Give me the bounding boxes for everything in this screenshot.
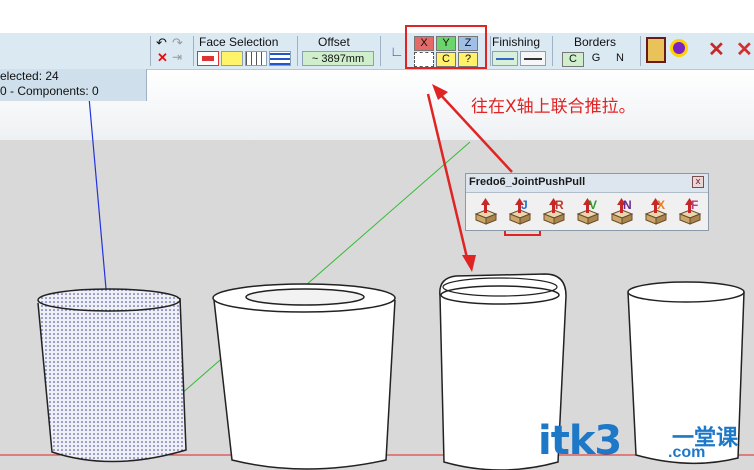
separator: [297, 36, 298, 66]
pushpull-tool-x[interactable]: X: [642, 196, 670, 226]
finishing-join-button[interactable]: [520, 51, 546, 66]
finishing-flat-button[interactable]: [492, 51, 518, 66]
border-n-toggle[interactable]: N: [610, 52, 630, 65]
exit-cross-icon[interactable]: ✕: [736, 37, 753, 62]
pushpull-tool-r[interactable]: R: [540, 196, 568, 226]
face-select-grid-button[interactable]: [245, 51, 267, 66]
pushpull-tool-f[interactable]: F: [676, 196, 704, 226]
pushpull-arrow-icon: [678, 198, 702, 225]
axis-c-toggle[interactable]: C: [436, 52, 456, 67]
pushpull-arrow-icon: [576, 198, 600, 225]
face-select-surface-button[interactable]: [221, 51, 243, 66]
offset-label: Offset: [318, 35, 350, 49]
green-red-cross-icon[interactable]: ✕: [708, 37, 725, 62]
finishing-group: Finishing: [492, 33, 548, 69]
pushpull-tool-main[interactable]: [472, 196, 500, 226]
border-c-toggle[interactable]: C: [562, 52, 584, 67]
offset-group: Offset ~ 3897mm: [300, 33, 376, 69]
palette-title: Fredo6_JointPushPull: [469, 176, 586, 188]
palette-titlebar[interactable]: Fredo6_JointPushPull x: [466, 174, 708, 193]
separator: [490, 36, 491, 66]
axis-question-toggle[interactable]: ?: [458, 52, 478, 67]
redo-icon[interactable]: ↷: [172, 35, 183, 51]
palette-close-button[interactable]: x: [692, 176, 704, 188]
jointpushpull-palette: Fredo6_JointPushPull x J R V N X F: [465, 173, 709, 231]
face-selection-group: Face Selection: [197, 33, 293, 69]
pushpull-tool-v[interactable]: V: [574, 196, 602, 226]
undo-redo-group: ↶ ↷ ✕ ⇥: [156, 33, 190, 69]
watermark-com: .com: [668, 444, 706, 461]
selection-status: elected: 24 0 - Components: 0: [0, 69, 147, 101]
pushpull-tool-n[interactable]: N: [608, 196, 636, 226]
axis-custom-toggle[interactable]: [414, 52, 434, 67]
borders-label: Borders: [574, 35, 617, 49]
separator: [150, 36, 151, 66]
cylinder-hollow-top[interactable]: [212, 283, 396, 470]
plugin-toolbar: elected: 24 0 - Components: 0 ↶ ↷ ✕ ⇥ Fa…: [0, 25, 754, 101]
undo-icon[interactable]: ↶: [156, 35, 167, 51]
arrowhead-down: [462, 255, 476, 272]
separator: [640, 36, 641, 66]
blue-axis: [87, 85, 108, 301]
face-select-lines-button[interactable]: [269, 51, 291, 66]
annotation-text: 往在X轴上联合推拉。: [471, 97, 636, 117]
skip-icon[interactable]: ⇥: [172, 50, 182, 64]
display-options-group: [644, 33, 694, 69]
cylinder-selected[interactable]: [37, 288, 187, 463]
axis-icon[interactable]: ∟: [390, 43, 404, 59]
tool-letter: X: [657, 198, 666, 212]
actions-group: ✕ ✕: [706, 33, 754, 69]
selected-count: elected: 24: [0, 69, 59, 83]
borders-group: Borders C G N: [560, 33, 636, 69]
pushpull-arrow-icon: [644, 198, 668, 225]
tool-letter: R: [555, 198, 564, 212]
separator: [380, 36, 381, 66]
pushpull-arrow-icon: [474, 198, 498, 225]
axis-y-toggle[interactable]: Y: [436, 36, 456, 51]
cube-wire-icon[interactable]: [646, 37, 666, 63]
color-circle-icon[interactable]: [670, 39, 688, 57]
components-count: 0 - Components: 0: [0, 84, 99, 98]
finishing-label: Finishing: [492, 35, 541, 49]
pushpull-tool-j[interactable]: J: [506, 196, 534, 226]
axis-lock-group: X Y Z C ?: [414, 33, 478, 69]
tool-letter: V: [589, 198, 598, 212]
model-viewport[interactable]: [0, 69, 754, 470]
axis-z-toggle[interactable]: Z: [458, 36, 478, 51]
arrowhead-up: [432, 84, 448, 100]
cancel-icon[interactable]: ✕: [157, 50, 168, 66]
tool-letter: N: [623, 198, 632, 212]
pushpull-arrow-icon: [610, 198, 634, 225]
tool-letter: J: [521, 198, 528, 212]
face-selection-label: Face Selection: [199, 35, 279, 49]
tool-letter: F: [691, 198, 699, 212]
face-select-single-button[interactable]: [197, 51, 219, 66]
watermark-text: itk3: [538, 418, 622, 464]
window-top-area: [0, 0, 754, 33]
axis-x-toggle[interactable]: X: [414, 36, 434, 51]
separator: [552, 36, 553, 66]
offset-value-field[interactable]: ~ 3897mm: [302, 51, 374, 66]
separator: [193, 36, 194, 66]
pushpull-arrow-icon: [508, 198, 532, 225]
border-g-toggle[interactable]: G: [586, 52, 606, 65]
